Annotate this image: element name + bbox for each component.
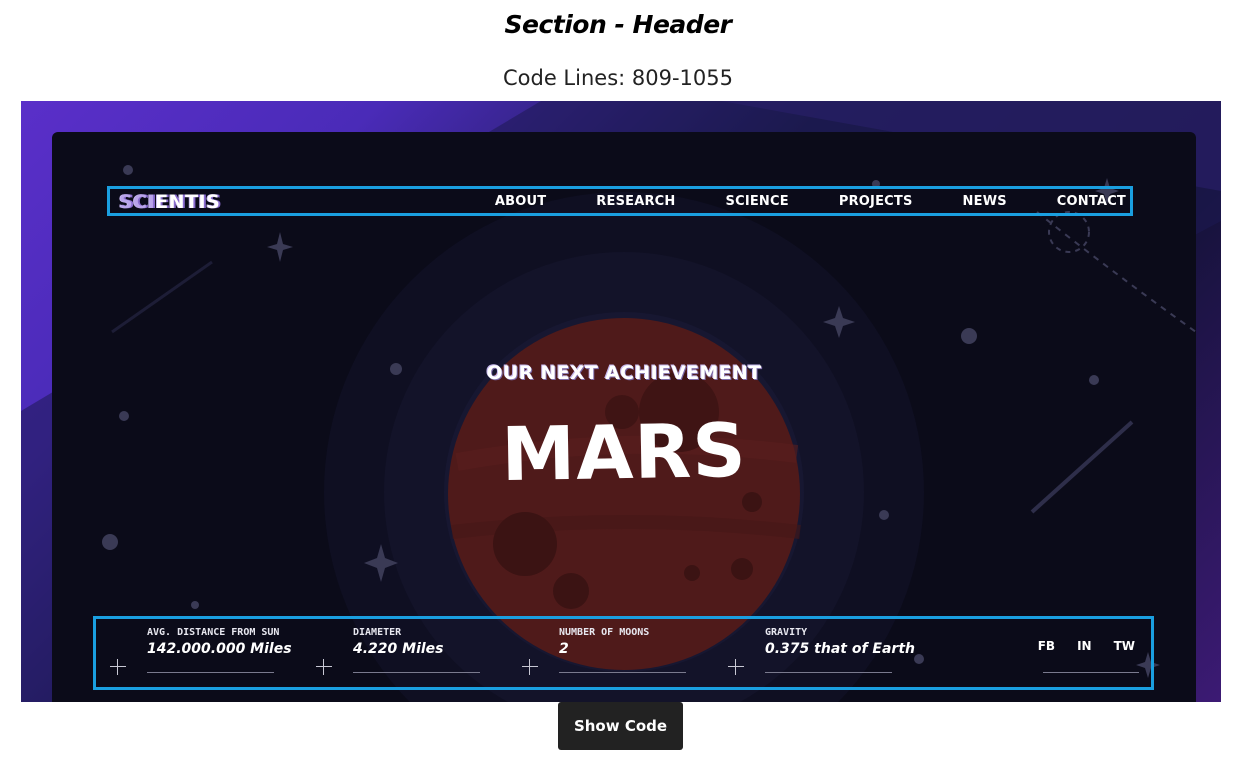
stat-value: 2 (559, 641, 569, 657)
stat-diameter: DIAMETER 4.220 Miles (353, 627, 480, 673)
show-code-button[interactable]: Show Code (558, 702, 683, 750)
preview-stage: SCIENTIS ABOUT RESEARCH SCIENCE PROJECTS… (21, 101, 1221, 702)
social-links: FB IN TW (1038, 639, 1135, 653)
stat-label: NUMBER OF MOONS (559, 627, 650, 638)
nav-link-research[interactable]: RESEARCH (596, 194, 675, 209)
site-header: SCIENTIS ABOUT RESEARCH SCIENCE PROJECTS… (107, 186, 1133, 216)
stat-divider (559, 672, 686, 673)
stat-divider (147, 672, 274, 673)
stat-value: 142.000.000 Miles (147, 641, 292, 657)
nav-link-about[interactable]: ABOUT (495, 194, 546, 209)
page-title: Section - Header (504, 10, 733, 39)
plus-icon (728, 659, 744, 675)
stat-divider (765, 672, 892, 673)
plus-icon (110, 659, 126, 675)
hero-card: SCIENTIS ABOUT RESEARCH SCIENCE PROJECTS… (52, 132, 1196, 702)
code-lines-label: Code Lines: 809-1055 (503, 66, 733, 90)
stats-bar: AVG. DISTANCE FROM SUN 142.000.000 Miles… (93, 616, 1154, 690)
stat-label: DIAMETER (353, 627, 402, 638)
logo-accent: SCI (119, 191, 156, 213)
stat-label: AVG. DISTANCE FROM SUN (147, 627, 280, 638)
logo-text: ENTIS (155, 191, 221, 213)
nav-link-projects[interactable]: PROJECTS (839, 194, 913, 209)
main-nav: ABOUT RESEARCH SCIENCE PROJECTS NEWS CON… (495, 194, 1126, 209)
stat-gravity: GRAVITY 0.375 that of Earth (765, 627, 915, 673)
stat-value: 4.220 Miles (353, 641, 444, 657)
stat-distance: AVG. DISTANCE FROM SUN 142.000.000 Miles (147, 627, 292, 673)
hero-subtitle: OUR NEXT ACHIEVEMENT (486, 362, 762, 384)
nav-link-science[interactable]: SCIENCE (726, 194, 789, 209)
social-link-instagram[interactable]: IN (1077, 639, 1092, 653)
nav-link-news[interactable]: NEWS (963, 194, 1007, 209)
stat-moons: NUMBER OF MOONS 2 (559, 627, 686, 673)
plus-icon (522, 659, 538, 675)
social-link-facebook[interactable]: FB (1038, 639, 1055, 653)
stat-value: 0.375 that of Earth (765, 641, 915, 657)
stat-label: GRAVITY (765, 627, 808, 638)
social-link-twitter[interactable]: TW (1114, 639, 1135, 653)
social-divider (1043, 672, 1139, 673)
stat-divider (353, 672, 480, 673)
site-logo[interactable]: SCIENTIS (119, 191, 220, 213)
nav-link-contact[interactable]: CONTACT (1057, 194, 1126, 209)
plus-icon (316, 659, 332, 675)
